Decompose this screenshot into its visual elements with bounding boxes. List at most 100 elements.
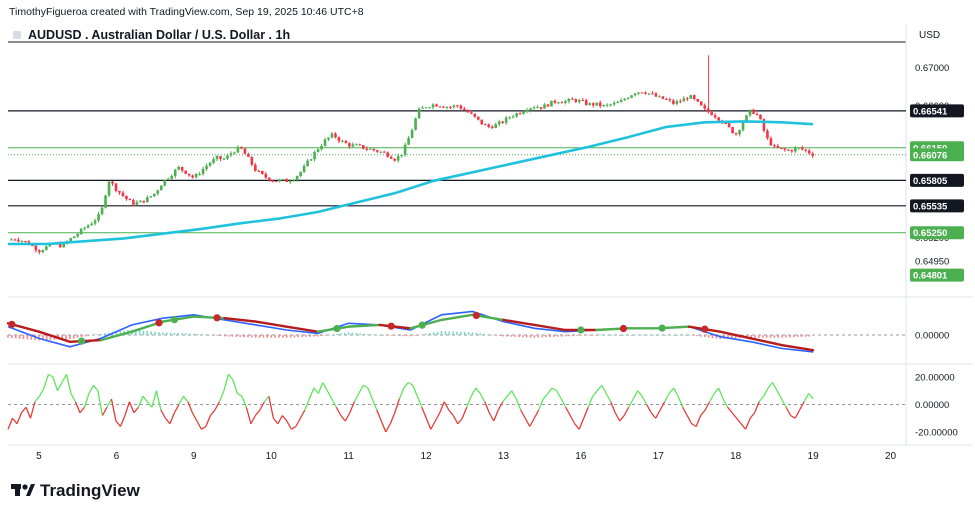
macd-histogram-bar [684, 335, 687, 336]
candle-body [536, 107, 539, 109]
candle-body [689, 95, 693, 99]
candle-body [619, 100, 623, 103]
candle-body [132, 200, 135, 205]
candle-body [793, 147, 797, 152]
macd-histogram-bar [514, 335, 516, 337]
candle-body [780, 147, 783, 149]
macd-histogram-bar [347, 332, 350, 336]
macd-histogram-bar [378, 335, 381, 336]
macd-histogram-bar [754, 335, 756, 338]
macd-histogram-bar [258, 335, 261, 338]
candle-body [675, 101, 679, 104]
macd-histogram-bar [297, 335, 300, 338]
candle-body [609, 104, 612, 106]
macd-histogram-bar [247, 335, 249, 338]
candle-body [665, 98, 668, 100]
macd-histogram-bar [692, 335, 694, 336]
candle-body [121, 192, 125, 196]
candle-body [487, 124, 491, 127]
candle-body [539, 107, 543, 109]
macd-histogram-bar [611, 335, 613, 336]
candle-body [741, 122, 745, 131]
candle-body [738, 130, 741, 135]
macd-histogram-bar [231, 335, 234, 337]
candle-body [358, 144, 362, 146]
time-tick-label: 10 [266, 451, 278, 462]
macd-histogram-bar [192, 333, 195, 336]
candle-body [560, 102, 564, 104]
symbol-collapse-icon[interactable] [13, 31, 21, 39]
candle-body [41, 250, 45, 253]
macd-signal-segment [68, 338, 103, 343]
candle-body [38, 250, 41, 253]
candle-body [198, 173, 201, 175]
candle-body [644, 92, 647, 94]
macd-histogram-bar [324, 335, 327, 336]
candle-body [180, 166, 184, 171]
macd-histogram-bar [448, 331, 451, 336]
macd-histogram-bar [471, 332, 474, 336]
macd-histogram-bar [227, 335, 230, 337]
macd-histogram-bar [580, 335, 582, 336]
candle-body [386, 152, 390, 157]
macd-crossover-dot [333, 324, 341, 333]
macd-histogram-bar [696, 335, 698, 337]
candle-body [149, 196, 153, 198]
price-tick-label: 0.64950 [915, 257, 949, 268]
candle-body [208, 162, 212, 166]
candle-body [483, 124, 487, 126]
candle-body [247, 153, 250, 157]
candle-body [571, 98, 574, 100]
macd-histogram-bar [328, 334, 331, 336]
candle-body [807, 150, 811, 154]
price-level-label: 0.65535 [913, 201, 948, 212]
candle-body [10, 239, 13, 241]
macd-histogram-bar [479, 333, 482, 336]
time-tick-label: 18 [730, 451, 742, 462]
candle-body [146, 197, 149, 203]
price-tick-label: 0.67000 [915, 63, 949, 74]
candle-body [476, 116, 480, 120]
macd-histogram-bar [154, 331, 156, 336]
candle-body [473, 113, 477, 117]
macd-histogram-bar [595, 335, 598, 336]
candle-body [752, 109, 755, 114]
macd-histogram-bar [177, 333, 180, 336]
candle-body [86, 225, 90, 228]
candle-body [773, 145, 776, 147]
time-tick-label: 5 [36, 451, 42, 462]
macd-histogram-bar [26, 335, 29, 340]
macd-histogram-bar [45, 335, 48, 341]
price-level-label: 0.66541 [913, 106, 948, 117]
candle-body [309, 159, 313, 161]
candle-body [428, 107, 431, 109]
macd-histogram-bar [413, 335, 416, 336]
macd-crossover-dot [77, 337, 86, 345]
macd-histogram-bar [436, 331, 439, 336]
candle-body [330, 133, 334, 138]
candle-body [511, 116, 515, 118]
time-tick-label: 12 [420, 451, 432, 462]
macd-histogram-bar [162, 332, 164, 336]
macd-histogram-bar [463, 332, 466, 336]
macd-histogram-bar [223, 335, 226, 337]
macd-histogram-bar [216, 335, 218, 336]
candle-body [299, 171, 302, 177]
macd-histogram-bar [96, 334, 98, 336]
macd-histogram-bar [251, 335, 253, 338]
macd-histogram-bar [800, 335, 803, 337]
candle-body [438, 106, 442, 108]
candle-body [323, 139, 327, 146]
macd-histogram-bar [618, 335, 621, 336]
time-tick-label: 17 [653, 451, 665, 462]
macd-histogram-bar [270, 335, 273, 338]
macd-histogram-bar [665, 335, 667, 336]
macd-crossover-dot [472, 311, 480, 320]
background [0, 0, 975, 514]
macd-histogram-bar [417, 335, 420, 336]
macd-histogram-bar [146, 331, 149, 336]
candle-body [271, 180, 275, 182]
candle-body [574, 99, 578, 102]
macd-histogram-bar [502, 335, 505, 337]
macd-crossover-dot [213, 314, 221, 322]
